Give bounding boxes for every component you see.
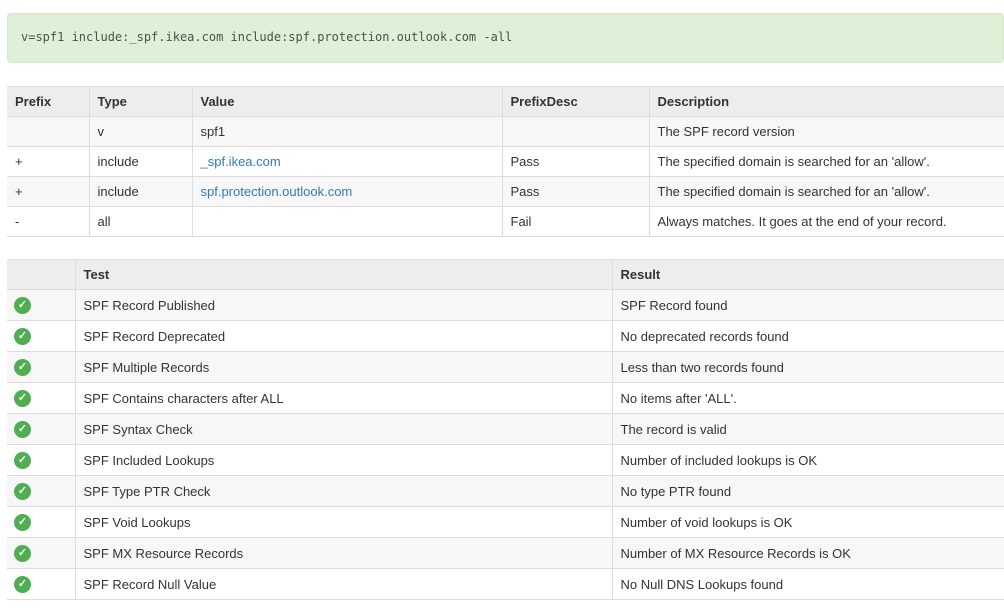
test-name-cell: SPF Included Lookups (75, 445, 612, 476)
header-row: Test Result (7, 260, 1004, 290)
description-cell: The specified domain is searched for an … (649, 147, 1004, 177)
description-cell: The SPF record version (649, 117, 1004, 147)
test-table-row: ✓ SPF Multiple Records Less than two rec… (7, 352, 1004, 383)
test-table-row: ✓ SPF Record Published SPF Record found (7, 290, 1004, 321)
test-table-row: ✓ SPF MX Resource Records Number of MX R… (7, 538, 1004, 569)
test-result-cell: Number of included lookups is OK (612, 445, 1004, 476)
prefixdesc-cell: Pass (502, 177, 649, 207)
spf-record-table-body: v spf1 The SPF record version + include … (7, 117, 1004, 237)
value-cell: spf.protection.outlook.com (192, 177, 502, 207)
test-result-cell: No deprecated records found (612, 321, 1004, 352)
test-result-cell: SPF Record found (612, 290, 1004, 321)
column-header-type: Type (89, 87, 192, 117)
column-header-value: Value (192, 87, 502, 117)
check-circle-icon: ✓ (14, 514, 31, 531)
test-name-cell: SPF Syntax Check (75, 414, 612, 445)
spf-record-table-header: Prefix Type Value PrefixDesc Description (7, 87, 1004, 117)
test-result-cell: Less than two records found (612, 352, 1004, 383)
column-header-description: Description (649, 87, 1004, 117)
test-result-cell: No items after 'ALL'. (612, 383, 1004, 414)
type-cell: include (89, 147, 192, 177)
prefixdesc-cell: Fail (502, 207, 649, 237)
column-header-test: Test (75, 260, 612, 290)
test-result-cell: No type PTR found (612, 476, 1004, 507)
prefix-cell: - (7, 207, 89, 237)
value-cell: spf1 (192, 117, 502, 147)
value-cell (192, 207, 502, 237)
status-cell: ✓ (7, 352, 75, 383)
test-name-cell: SPF Void Lookups (75, 507, 612, 538)
check-circle-icon: ✓ (14, 483, 31, 500)
prefixdesc-cell: Pass (502, 147, 649, 177)
prefix-cell (7, 117, 89, 147)
status-cell: ✓ (7, 476, 75, 507)
description-cell: Always matches. It goes at the end of yo… (649, 207, 1004, 237)
test-result-cell: Number of MX Resource Records is OK (612, 538, 1004, 569)
test-table-row: ✓ SPF Type PTR Check No type PTR found (7, 476, 1004, 507)
column-header-result: Result (612, 260, 1004, 290)
prefix-cell: + (7, 147, 89, 177)
prefixdesc-cell (502, 117, 649, 147)
test-name-cell: SPF MX Resource Records (75, 538, 612, 569)
spf-test-results-table: Test Result ✓ SPF Record Published SPF R… (7, 259, 1004, 600)
spf-record-banner: v=spf1 include:_spf.ikea.com include:spf… (7, 13, 1004, 63)
status-cell: ✓ (7, 290, 75, 321)
check-circle-icon: ✓ (14, 328, 31, 345)
test-table-row: ✓ SPF Record Null Value No Null DNS Look… (7, 569, 1004, 600)
test-result-cell: Number of void lookups is OK (612, 507, 1004, 538)
type-cell: include (89, 177, 192, 207)
record-table-row: - all Fail Always matches. It goes at th… (7, 207, 1004, 237)
test-table-row: ✓ SPF Included Lookups Number of include… (7, 445, 1004, 476)
check-circle-icon: ✓ (14, 452, 31, 469)
value-cell: _spf.ikea.com (192, 147, 502, 177)
test-name-cell: SPF Type PTR Check (75, 476, 612, 507)
test-table-row: ✓ SPF Record Deprecated No deprecated re… (7, 321, 1004, 352)
value-link[interactable]: _spf.ikea.com (201, 154, 281, 169)
test-table-row: ✓ SPF Contains characters after ALL No i… (7, 383, 1004, 414)
column-header-prefixdesc: PrefixDesc (502, 87, 649, 117)
test-name-cell: SPF Record Null Value (75, 569, 612, 600)
column-header-prefix: Prefix (7, 87, 89, 117)
check-circle-icon: ✓ (14, 421, 31, 438)
type-cell: v (89, 117, 192, 147)
test-result-cell: No Null DNS Lookups found (612, 569, 1004, 600)
record-table-row: + include spf.protection.outlook.com Pas… (7, 177, 1004, 207)
header-row: Prefix Type Value PrefixDesc Description (7, 87, 1004, 117)
test-table-row: ✓ SPF Syntax Check The record is valid (7, 414, 1004, 445)
check-circle-icon: ✓ (14, 545, 31, 562)
test-result-cell: The record is valid (612, 414, 1004, 445)
status-cell: ✓ (7, 321, 75, 352)
check-circle-icon: ✓ (14, 359, 31, 376)
status-cell: ✓ (7, 569, 75, 600)
status-cell: ✓ (7, 445, 75, 476)
test-name-cell: SPF Multiple Records (75, 352, 612, 383)
spf-test-table-body: ✓ SPF Record Published SPF Record found … (7, 290, 1004, 600)
column-header-status (7, 260, 75, 290)
status-cell: ✓ (7, 507, 75, 538)
test-name-cell: SPF Record Deprecated (75, 321, 612, 352)
page-content: v=spf1 include:_spf.ikea.com include:spf… (0, 0, 1004, 610)
spf-record-table: Prefix Type Value PrefixDesc Description… (7, 86, 1004, 237)
value-link[interactable]: spf1 (201, 124, 226, 139)
type-cell: all (89, 207, 192, 237)
value-link[interactable]: spf.protection.outlook.com (201, 184, 353, 199)
test-table-row: ✓ SPF Void Lookups Number of void lookup… (7, 507, 1004, 538)
record-table-row: v spf1 The SPF record version (7, 117, 1004, 147)
test-name-cell: SPF Record Published (75, 290, 612, 321)
spf-test-table-header: Test Result (7, 260, 1004, 290)
description-cell: The specified domain is searched for an … (649, 177, 1004, 207)
status-cell: ✓ (7, 383, 75, 414)
check-circle-icon: ✓ (14, 390, 31, 407)
status-cell: ✓ (7, 538, 75, 569)
prefix-cell: + (7, 177, 89, 207)
record-table-row: + include _spf.ikea.com Pass The specifi… (7, 147, 1004, 177)
status-cell: ✓ (7, 414, 75, 445)
test-name-cell: SPF Contains characters after ALL (75, 383, 612, 414)
check-circle-icon: ✓ (14, 297, 31, 314)
